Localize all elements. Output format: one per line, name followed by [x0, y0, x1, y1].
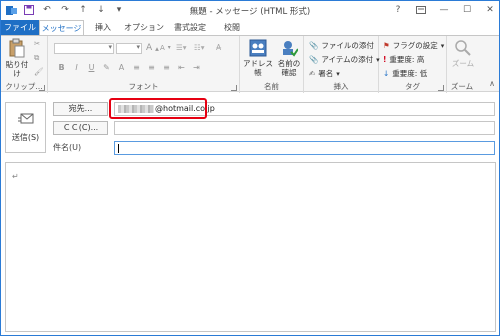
send-icon: [17, 113, 34, 127]
cc-field[interactable]: [114, 121, 495, 135]
flag-icon: ⚑: [383, 41, 390, 50]
tags-group: ⚑ フラグの設定 ▾ ! 重要度: 高 ↓ 重要度: 低 タグ: [379, 36, 447, 93]
signature-icon: ✍: [309, 69, 316, 78]
underline-button[interactable]: U: [86, 63, 97, 72]
cc-button[interactable]: ＣＣ(C)...: [53, 121, 108, 135]
high-importance-button[interactable]: ! 重要度: 高: [383, 54, 424, 65]
clear-format-icon[interactable]: A̶: [216, 43, 221, 52]
tab-message[interactable]: メッセージ: [39, 20, 84, 36]
down-arrow-importance-icon: ↓: [383, 69, 390, 78]
font-group-label: フォント: [128, 82, 159, 91]
font-launcher-icon[interactable]: [231, 85, 237, 91]
bold-button[interactable]: B: [56, 63, 67, 72]
increase-indent-icon[interactable]: ⇥: [191, 63, 202, 72]
window-controls: ? — ☐ ✕: [391, 3, 497, 17]
message-body[interactable]: ↵: [5, 162, 496, 332]
attach-item-button[interactable]: 📎 アイテムの添付 ▾: [309, 54, 380, 65]
numbering-icon[interactable]: ☷▾: [194, 43, 205, 52]
magnifier-icon: [454, 39, 472, 59]
collapse-ribbon-icon[interactable]: ∧: [489, 79, 495, 88]
clipboard-launcher-icon[interactable]: [39, 85, 45, 91]
zoom-group: ズーム ズーム: [447, 36, 477, 93]
low-importance-button[interactable]: ↓ 重要度: 低: [383, 68, 427, 79]
help-icon[interactable]: ?: [391, 3, 405, 17]
check-names-icon: [280, 39, 299, 59]
align-center-icon[interactable]: ≡: [146, 63, 157, 72]
tab-options[interactable]: オプション: [123, 20, 165, 35]
decrease-indent-icon[interactable]: ⇤: [176, 63, 187, 72]
address-book-button[interactable]: アドレス帳: [243, 39, 273, 77]
font-group: A▴ A▾ ☰▾ ☷▾ A̶ B I U ✎ A ≡ ≡ ≡ ⇤ ⇥ フォント: [48, 36, 240, 93]
insert-group: 📎 ファイルの添付 📎 アイテムの添付 ▾ ✍ 署名 ▾ 挿入: [304, 36, 380, 93]
attach-item-icon: 📎: [309, 55, 319, 64]
highlight-color-icon[interactable]: ✎: [101, 63, 112, 72]
names-group: アドレス帳 名前の確認 名前: [240, 36, 304, 93]
message-window: ↶ ↷ ↑ ↓ ▾ 無題 - メッセージ (HTML 形式) ? — ☐ ✕ フ…: [0, 0, 500, 336]
subject-field[interactable]: [114, 141, 495, 155]
font-name-combo[interactable]: [54, 43, 114, 54]
grow-font-button[interactable]: A ▴: [146, 43, 159, 53]
font-size-combo[interactable]: [116, 43, 142, 54]
paragraph-mark: ↵: [12, 172, 19, 181]
zoom-group-label: ズーム: [450, 82, 474, 91]
tab-file[interactable]: ファイル: [1, 20, 39, 35]
align-left-icon[interactable]: ≡: [131, 63, 142, 72]
subject-label: 件名(U): [53, 143, 82, 152]
exclamation-icon: !: [383, 55, 387, 64]
follow-up-button[interactable]: ⚑ フラグの設定 ▾: [383, 40, 444, 51]
check-names-button[interactable]: 名前の確認: [275, 39, 303, 77]
tags-launcher-icon[interactable]: [438, 85, 444, 91]
tags-group-label: タグ: [405, 82, 420, 91]
signature-button[interactable]: ✍ 署名 ▾: [309, 68, 340, 79]
paperclip-icon: 📎: [309, 41, 319, 50]
minimize-icon[interactable]: —: [437, 3, 451, 17]
ribbon: 貼り付け ✂ ⧉ 🖌 クリップ… A▴ A▾ ☰▾ ☷▾ A̶ B I U ✎ …: [1, 35, 499, 93]
send-button[interactable]: 送信(S): [5, 102, 46, 153]
paste-button[interactable]: 貼り付け: [3, 38, 31, 78]
to-field-highlight: [109, 98, 207, 119]
shrink-font-button[interactable]: A ▾: [160, 44, 171, 52]
to-button[interactable]: 宛先...: [53, 102, 108, 116]
cut-icon[interactable]: ✂: [34, 39, 40, 48]
format-painter-icon[interactable]: 🖌: [34, 67, 44, 76]
attach-file-button[interactable]: 📎 ファイルの添付: [309, 40, 374, 51]
names-group-label: 名前: [264, 82, 279, 91]
align-right-icon[interactable]: ≡: [161, 63, 172, 72]
ribbon-tabs: ファイル メッセージ 挿入 オプション 書式設定 校閲: [1, 20, 499, 36]
tab-format[interactable]: 書式設定: [169, 20, 211, 35]
font-format-row: B I U ✎ A ≡ ≡ ≡ ⇤ ⇥: [56, 63, 202, 72]
maximize-icon[interactable]: ☐: [460, 3, 474, 17]
title-bar: ↶ ↷ ↑ ↓ ▾ 無題 - メッセージ (HTML 形式) ? — ☐ ✕: [1, 1, 499, 20]
tab-insert[interactable]: 挿入: [88, 20, 118, 35]
address-book-icon: [249, 39, 267, 59]
ribbon-display-icon[interactable]: [414, 3, 428, 17]
close-icon[interactable]: ✕: [483, 3, 497, 17]
clipboard-icon: [8, 38, 26, 60]
insert-group-label: 挿入: [333, 82, 349, 91]
zoom-button[interactable]: ズーム: [450, 39, 476, 68]
text-caret: [118, 144, 119, 153]
bullets-icon[interactable]: ☰▾: [176, 43, 187, 52]
copy-icon[interactable]: ⧉: [34, 53, 39, 63]
clipboard-group: 貼り付け ✂ ⧉ 🖌 クリップ…: [1, 36, 48, 93]
font-color-icon[interactable]: A: [116, 63, 127, 72]
tab-review[interactable]: 校閲: [217, 20, 247, 35]
italic-button[interactable]: I: [71, 63, 82, 72]
